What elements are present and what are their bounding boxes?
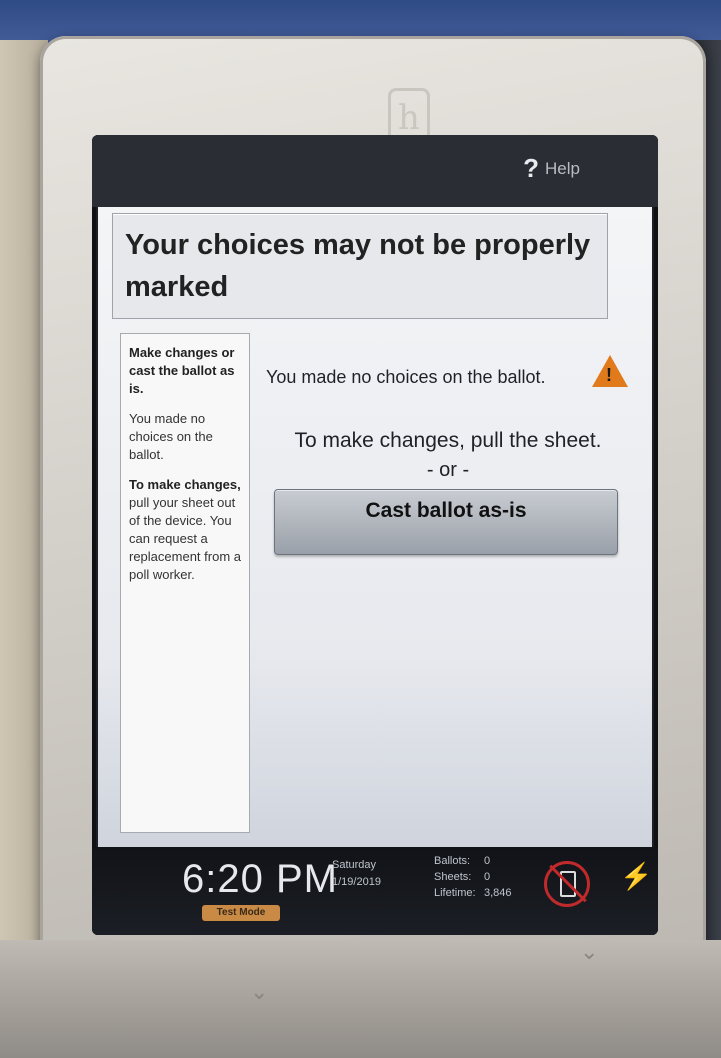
ballots-row: Ballots: 0 — [434, 853, 512, 869]
ballots-value: 0 — [484, 855, 491, 867]
cast-ballot-button[interactable]: Cast ballot as-is — [274, 489, 618, 555]
sidebar-paragraph-2: To make changes, pull your sheet out of … — [129, 476, 243, 584]
plug-icon: ⚡ — [620, 861, 653, 891]
warning-exclamation: ! — [606, 365, 612, 385]
chevron-down-icon: ⌄ — [250, 980, 269, 1005]
chevron-down-icon: ⌄ — [580, 940, 599, 965]
lifetime-row: Lifetime: 3,846 — [434, 885, 512, 901]
lifetime-label: Lifetime: — [434, 887, 476, 899]
question-icon: ? — [523, 153, 540, 183]
sidebar-paragraph-2-bold: To make changes, — [129, 477, 241, 492]
page-title: Your choices may not be properly marked — [125, 229, 591, 303]
sidebar-heading: Make changes or cast the ballot as is. — [129, 345, 235, 396]
date-display: Saturday 1/19/2019 — [332, 857, 381, 891]
test-mode-badge: Test Mode — [202, 905, 280, 921]
help-button[interactable]: ? Help — [523, 153, 580, 184]
changes-instruction: To make changes, pull the sheet. — [294, 429, 602, 452]
sidebar-paragraph-2-rest: pull your sheet out of the device. You c… — [129, 495, 241, 582]
warning-text: You made no choices on the ballot. — [266, 367, 546, 387]
sheets-row: Sheets: 0 — [434, 869, 512, 885]
no-battery-icon — [544, 861, 590, 907]
sheets-label: Sheets: — [434, 871, 472, 883]
or-separator: - or - — [426, 459, 470, 481]
sheets-value: 0 — [484, 871, 491, 883]
help-label: Help — [545, 158, 580, 178]
voting-screen: ? Help Your choices may not be properly … — [92, 135, 658, 935]
title-box: Your choices may not be properly marked — [112, 213, 608, 319]
instructions-sidebar: Make changes or cast the ballot as is. Y… — [120, 333, 250, 833]
device-bezel-bottom: ⌄ ⌄ — [0, 940, 721, 1058]
sidebar-paragraph-1: You made no choices on the ballot. — [129, 411, 213, 462]
status-bar: 6:20 PM Test Mode Saturday 1/19/2019 Bal… — [92, 847, 658, 935]
day-label: Saturday — [332, 859, 377, 871]
clock: 6:20 PM — [182, 857, 338, 901]
lifetime-value: 3,846 — [484, 887, 512, 899]
content-area: Your choices may not be properly marked … — [98, 207, 652, 847]
ballot-counts: Ballots: 0 Sheets: 0 Lifetime: 3,846 — [434, 853, 512, 901]
top-bar: ? Help — [92, 135, 658, 207]
date-label: 1/19/2019 — [332, 876, 381, 888]
ballots-label: Ballots: — [434, 855, 471, 867]
